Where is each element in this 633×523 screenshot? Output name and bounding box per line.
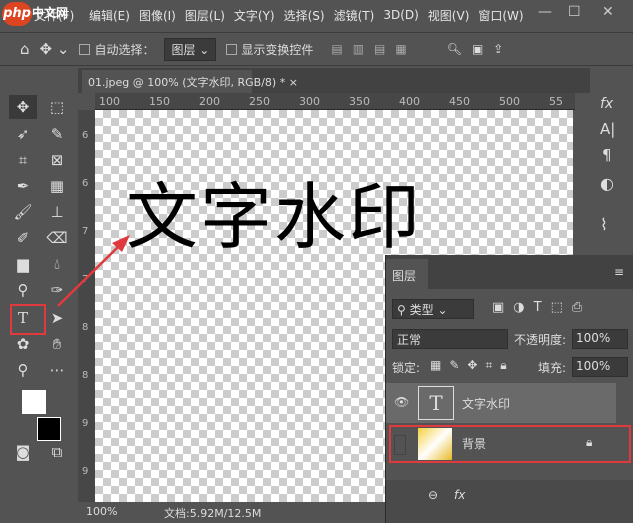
layers-footer: ⊖ fx xyxy=(386,480,633,523)
zoom-level[interactable]: 100% xyxy=(86,505,117,518)
layer-filter-dropdown[interactable]: ⚲ 类型 ⌄ xyxy=(392,299,474,319)
layers-header: 图层 ≡ xyxy=(386,255,633,289)
character-icon[interactable]: A| xyxy=(600,120,615,138)
blend-mode-dropdown[interactable]: 正常 xyxy=(392,329,508,349)
arrow-line xyxy=(57,242,123,307)
paths-icon[interactable]: ⌇ xyxy=(600,215,608,234)
fill-input[interactable]: 100% xyxy=(572,357,628,377)
opacity-value: 100% xyxy=(576,331,611,345)
layer-filter-value: 类型 xyxy=(409,303,434,317)
fill-value: 100% xyxy=(576,359,611,373)
right-panel-strip: fx A| ¶ ◐ ⌇ xyxy=(590,90,633,250)
paragraph-icon[interactable]: ¶ xyxy=(602,146,612,164)
fx-icon[interactable]: fx xyxy=(600,96,613,112)
adjustments-icon[interactable]: ◐ xyxy=(600,174,614,193)
lock-icons[interactable]: ▦✎✥⌗🔒︎ xyxy=(430,358,515,373)
blend-mode-value: 正常 xyxy=(397,333,422,347)
panel-menu-icon[interactable]: ≡ xyxy=(614,265,624,279)
background-layer-highlight xyxy=(389,425,631,463)
link-layers-icon[interactable]: ⊖ xyxy=(428,488,438,502)
fill-label: 填充: xyxy=(538,361,567,375)
layer-row[interactable]: 👁︎ T 文字水印 xyxy=(386,383,616,423)
document-size: 文档:5.92M/12.5M xyxy=(164,507,262,520)
layers-tab[interactable]: 图层 xyxy=(386,259,428,289)
opacity-input[interactable]: 100% xyxy=(572,329,628,349)
filter-icons[interactable]: ▣◑T⬚⎙ xyxy=(492,300,591,315)
layers-panel: 图层 ≡ ⚲ 类型 ⌄ ▣◑T⬚⎙ 正常 不透明度: 100% 锁定: ▦✎✥⌗… xyxy=(385,255,633,523)
layer-style-icon[interactable]: fx xyxy=(454,488,465,502)
lock-label: 锁定: xyxy=(392,361,421,375)
visibility-eye-icon[interactable]: 👁︎ xyxy=(394,395,409,409)
text-layer-thumbnail-icon: T xyxy=(418,386,454,420)
opacity-label: 不透明度: xyxy=(514,333,567,347)
layer-name: 文字水印 xyxy=(462,397,511,411)
status-bar: 100% 文档:5.92M/12.5M xyxy=(78,502,388,523)
